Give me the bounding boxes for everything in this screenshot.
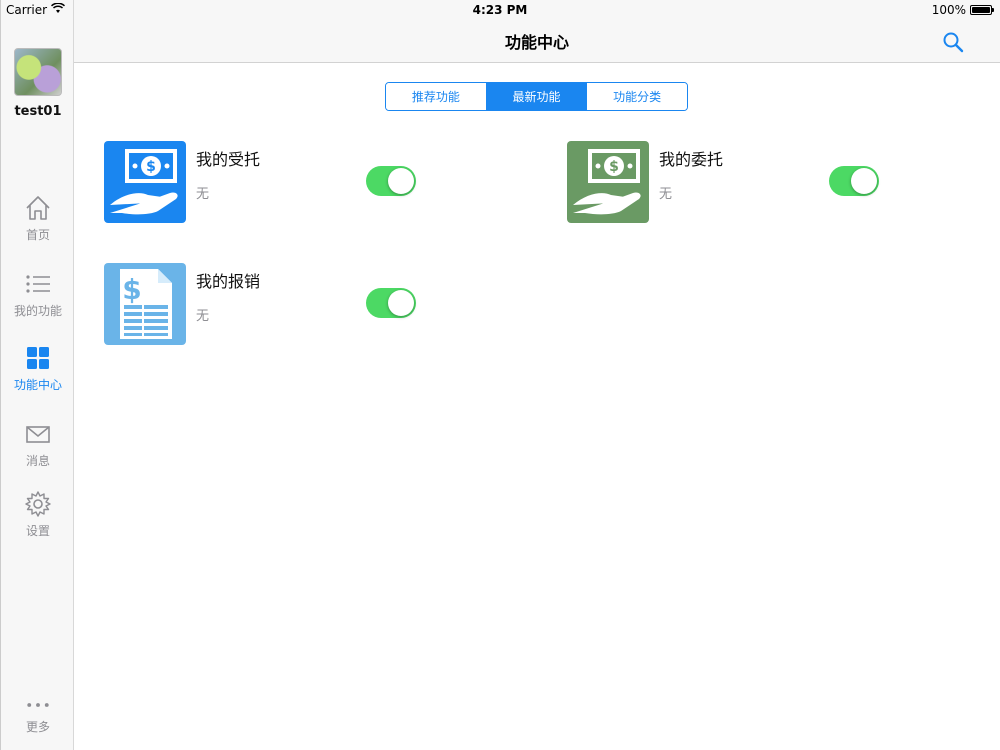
function-subtitle: 无 xyxy=(659,187,673,202)
sidebar-item-function-center[interactable]: 功能中心 xyxy=(1,344,75,393)
function-title: 我的委托 xyxy=(659,150,724,169)
money-hand-icon: $ xyxy=(104,141,186,223)
sidebar-item-more[interactable]: 更多 xyxy=(1,696,75,735)
svg-text:$: $ xyxy=(146,159,156,175)
sidebar-item-label: 功能中心 xyxy=(13,378,62,392)
sidebar-item-label: 首页 xyxy=(25,228,50,242)
sidebar-item-label: 我的功能 xyxy=(13,304,62,318)
sidebar-item-my-functions[interactable]: 我的功能 xyxy=(1,270,75,319)
gear-icon xyxy=(24,490,52,518)
avatar[interactable] xyxy=(14,48,62,96)
list-icon xyxy=(24,270,52,298)
sidebar-item-messages[interactable]: 消息 xyxy=(1,420,75,469)
page-title: 功能中心 xyxy=(504,33,569,52)
battery-percent: 100% xyxy=(931,3,966,17)
function-subtitle: 无 xyxy=(196,187,210,202)
function-title: 我的受托 xyxy=(196,150,261,169)
sidebar-item-label: 消息 xyxy=(25,454,50,468)
username: test01 xyxy=(14,104,62,119)
more-dots-icon xyxy=(24,696,52,714)
invoice-icon: $ xyxy=(104,263,186,345)
function-item-entrusted-to-me[interactable]: $ 我的受托 无 xyxy=(104,141,424,225)
sidebar: test01 首页 我的功能 功能中心 消息 设置 更多 xyxy=(0,0,74,750)
function-toggle[interactable] xyxy=(829,166,879,196)
svg-text:$: $ xyxy=(122,273,141,306)
status-bar: Carrier 4:23 PM 100% xyxy=(0,0,1000,20)
battery-indicator: 100% xyxy=(931,3,994,17)
function-item-my-entrustments[interactable]: $ 我的委托 无 xyxy=(567,141,887,225)
function-item-my-reimbursements[interactable]: $ 我的报销 无 xyxy=(104,263,424,347)
sidebar-item-settings[interactable]: 设置 xyxy=(1,490,75,539)
svg-text:$: $ xyxy=(609,159,619,175)
sidebar-item-label: 更多 xyxy=(25,720,50,734)
tab-category[interactable]: 功能分类 xyxy=(587,83,687,110)
function-title: 我的报销 xyxy=(196,272,261,291)
battery-icon xyxy=(970,5,994,15)
tab-latest[interactable]: 最新功能 xyxy=(486,83,588,110)
function-subtitle: 无 xyxy=(196,309,210,324)
function-toggle[interactable] xyxy=(366,288,416,318)
tab-recommended[interactable]: 推荐功能 xyxy=(386,83,487,110)
search-button[interactable] xyxy=(942,31,964,53)
mail-icon xyxy=(24,420,52,448)
money-hand-icon: $ xyxy=(567,141,649,223)
search-icon xyxy=(942,32,964,57)
sidebar-item-home[interactable]: 首页 xyxy=(1,194,75,243)
home-icon xyxy=(24,194,52,222)
grid-icon xyxy=(24,344,52,372)
function-toggle[interactable] xyxy=(366,166,416,196)
sidebar-item-label: 设置 xyxy=(25,524,50,538)
status-time: 4:23 PM xyxy=(472,3,528,17)
function-tabs: 推荐功能 最新功能 功能分类 xyxy=(385,82,688,111)
